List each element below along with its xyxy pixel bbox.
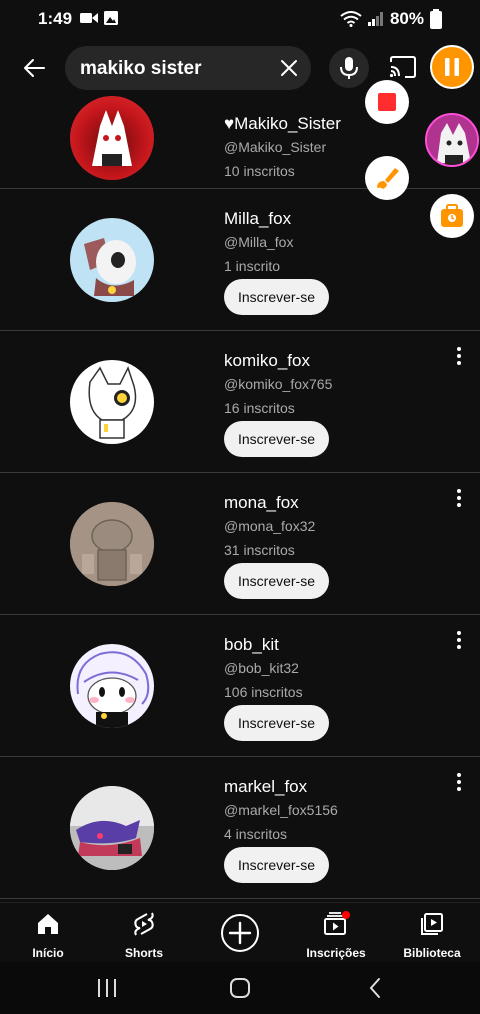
channel-result[interactable]: bob_kit @bob_kit32 106 inscritos Inscrev…: [0, 615, 480, 757]
arrow-left-icon: [24, 59, 45, 77]
back-button[interactable]: [18, 52, 50, 84]
channel-result[interactable]: komiko_fox @komiko_fox765 16 inscritos I…: [0, 331, 480, 473]
channel-name: markel_fox: [224, 777, 308, 796]
home-square-icon: [230, 978, 250, 998]
channel-avatar[interactable]: [70, 502, 154, 586]
more-vertical-icon: [457, 489, 461, 507]
brush-icon: [377, 168, 399, 189]
search-input[interactable]: makiko sister: [65, 46, 311, 90]
nav-shorts[interactable]: Shorts: [96, 911, 192, 960]
recent-apps-icon: [98, 979, 116, 997]
channel-handle: @Milla_fox: [224, 234, 294, 250]
recent-apps-button[interactable]: [92, 976, 122, 1000]
channel-subscriber-count: 1 inscrito: [224, 258, 281, 274]
nav-library[interactable]: Biblioteca: [384, 911, 480, 960]
back-system-button[interactable]: [362, 974, 390, 1002]
more-vertical-icon: [457, 773, 461, 791]
nav-subscriptions-label: Inscrições: [306, 946, 366, 960]
channel-result[interactable]: mona_fox @mona_fox32 31 inscritos Inscre…: [0, 473, 480, 615]
cast-button[interactable]: [388, 54, 418, 82]
channel-result[interactable]: Milla_fox @Milla_fox 1 inscrito Inscreve…: [0, 189, 480, 331]
voice-search-button[interactable]: [329, 48, 369, 88]
clear-search-button[interactable]: [275, 54, 303, 82]
more-vertical-icon: [457, 631, 461, 649]
channel-subscriber-count: 10 inscritos: [224, 163, 295, 179]
channel-handle: @markel_fox5156: [224, 802, 338, 818]
nav-home[interactable]: Início: [0, 911, 96, 960]
search-header: makiko sister: [0, 44, 480, 92]
more-options-button[interactable]: [448, 771, 470, 793]
character-avatar-icon: [76, 651, 150, 728]
toolbox-icon: [441, 204, 463, 227]
signal-icon: [367, 12, 383, 26]
video-camera-icon: [80, 13, 98, 23]
character-avatar-icon: [70, 786, 154, 870]
channel-handle: @Makiko_Sister: [224, 139, 327, 155]
channel-handle: @bob_kit32: [224, 660, 299, 676]
channel-avatar[interactable]: [70, 360, 154, 444]
channel-avatar[interactable]: [70, 218, 154, 302]
recorder-pause-button[interactable]: [430, 45, 474, 89]
channel-avatar[interactable]: [70, 644, 154, 728]
subscriptions-icon: [324, 911, 350, 935]
battery-icon: [430, 9, 442, 29]
subscribe-button[interactable]: Inscrever-se: [224, 847, 329, 883]
search-query: makiko sister: [80, 58, 202, 79]
channel-subscriber-count: 106 inscritos: [224, 684, 303, 700]
chevron-left-icon: [369, 978, 380, 998]
channel-handle: @mona_fox32: [224, 518, 316, 534]
battery-percentage: 80%: [389, 9, 424, 28]
subscribe-button[interactable]: Inscrever-se: [224, 421, 329, 457]
subscribe-button[interactable]: Inscrever-se: [224, 563, 329, 599]
status-bar: 1:49 80%: [0, 0, 480, 38]
recorder-brush-button[interactable]: [365, 156, 409, 200]
pause-icon: [445, 58, 459, 76]
channel-avatar[interactable]: [70, 96, 154, 180]
recorder-toolbox-button[interactable]: [430, 194, 474, 238]
create-button[interactable]: [220, 913, 260, 953]
close-icon: [281, 60, 297, 76]
character-avatar-icon: [88, 366, 137, 439]
wifi-icon: [340, 11, 362, 27]
nav-library-label: Biblioteca: [403, 946, 461, 960]
more-options-button[interactable]: [448, 487, 470, 509]
status-time: 1:49: [38, 9, 73, 28]
channel-subscriber-count: 31 inscritos: [224, 542, 295, 558]
channel-results-list: ♥Makiko_Sister @Makiko_Sister 10 inscrit…: [0, 94, 480, 899]
shorts-icon: [134, 912, 154, 936]
character-avatar-icon: [70, 502, 154, 586]
cast-icon: [389, 56, 416, 78]
channel-name: ♥Makiko_Sister: [224, 114, 341, 133]
more-options-button[interactable]: [448, 345, 470, 367]
subscribe-button[interactable]: Inscrever-se: [224, 279, 329, 315]
more-options-button[interactable]: [448, 629, 470, 651]
channel-avatar[interactable]: [70, 786, 154, 870]
channel-name: bob_kit: [224, 635, 279, 654]
recorder-stop-button[interactable]: [365, 80, 409, 124]
system-navigation-bar: [0, 962, 480, 1014]
character-avatar-icon: [92, 110, 132, 166]
nav-home-label: Início: [32, 946, 64, 960]
image-icon: [104, 11, 118, 25]
channel-result[interactable]: markel_fox @markel_fox5156 4 inscritos I…: [0, 757, 480, 899]
home-icon: [38, 914, 58, 934]
library-icon: [421, 913, 443, 935]
channel-name: mona_fox: [224, 493, 299, 512]
channel-handle: @komiko_fox765: [224, 376, 333, 392]
subscribe-button[interactable]: Inscrever-se: [224, 705, 329, 741]
recorder-bubble-avatar[interactable]: [425, 113, 479, 167]
channel-subscriber-count: 4 inscritos: [224, 826, 288, 842]
microphone-icon: [340, 57, 358, 79]
nav-subscriptions[interactable]: Inscrições: [288, 911, 384, 960]
more-vertical-icon: [457, 347, 461, 365]
channel-subscriber-count: 16 inscritos: [224, 400, 295, 416]
stop-icon: [378, 93, 396, 111]
plus-circle-icon: [221, 914, 259, 952]
character-avatar-icon: [84, 238, 136, 296]
bottom-navigation: Início Shorts Inscrições Biblioteca: [0, 902, 480, 962]
channel-name: komiko_fox: [224, 351, 310, 370]
nav-shorts-label: Shorts: [124, 946, 163, 960]
home-system-button[interactable]: [226, 974, 254, 1002]
channel-name: Milla_fox: [224, 209, 292, 228]
